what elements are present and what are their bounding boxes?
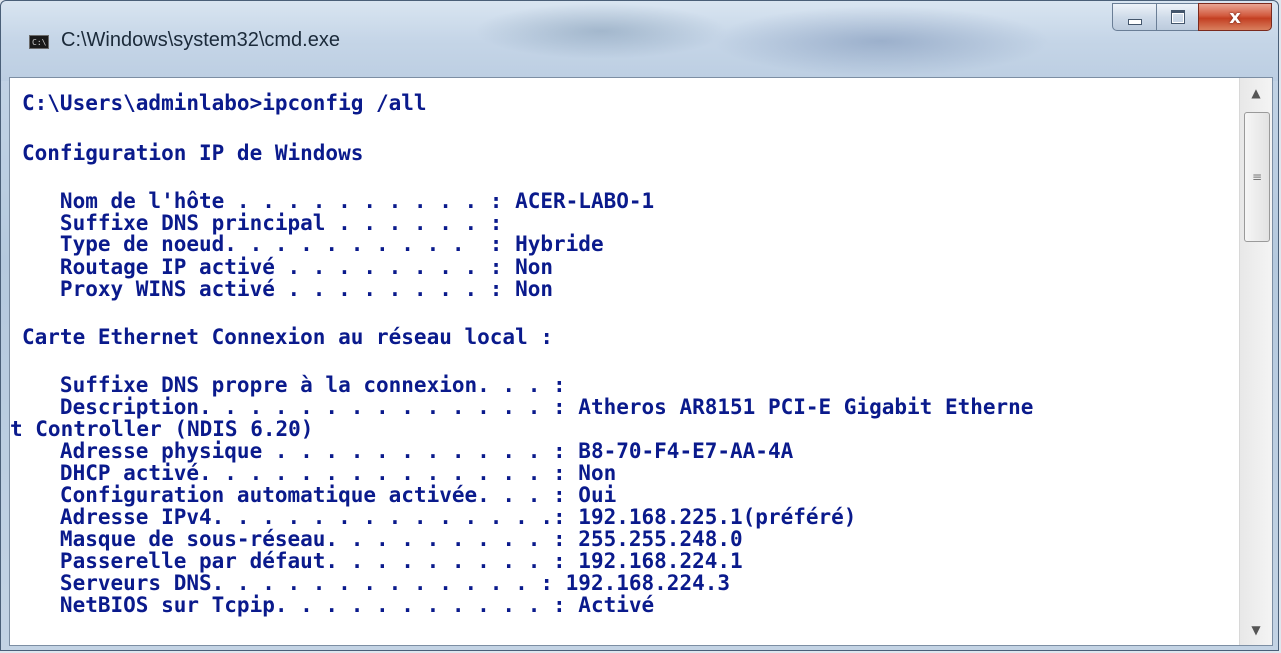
close-icon: x (1229, 6, 1241, 28)
console-line: C:\Users\adminlabo>ipconfig /all (22, 91, 427, 115)
minimize-button[interactable] (1112, 3, 1156, 31)
console-line: Masque de sous-réseau. . . . . . . . . :… (22, 527, 743, 551)
console-line: Carte Ethernet Connexion au réseau local… (22, 325, 554, 349)
console-line: t Controller (NDIS 6.20) (10, 417, 314, 441)
minimize-icon (1127, 19, 1142, 25)
console-line: Adresse IPv4. . . . . . . . . . . . . .:… (22, 505, 857, 529)
maximize-button[interactable] (1156, 3, 1198, 31)
vertical-scrollbar[interactable]: ▲ ≡ ▼ (1239, 78, 1272, 645)
window-title: C:\Windows\system32\cmd.exe (61, 29, 340, 51)
scroll-down-arrow-icon[interactable]: ▼ (1240, 615, 1272, 645)
scroll-thumb[interactable]: ≡ (1244, 112, 1270, 242)
console-area[interactable]: C:\Users\adminlabo>ipconfig /all Configur… (9, 77, 1273, 646)
console-output[interactable]: C:\Users\adminlabo>ipconfig /all Configur… (10, 78, 1240, 645)
console-line: Routage IP activé . . . . . . . . : Non (22, 255, 554, 279)
cmd-console-icon[interactable]: C:\ (29, 35, 49, 49)
console-line: Type de noeud. . . . . . . . . . : Hybri… (22, 232, 604, 256)
scroll-up-arrow-icon[interactable]: ▲ (1240, 78, 1272, 108)
console-line: Passerelle par défaut. . . . . . . . . :… (22, 549, 743, 573)
console-line: Suffixe DNS propre à la connexion. . . : (22, 373, 566, 397)
console-line: DHCP activé. . . . . . . . . . . . . . :… (22, 461, 617, 485)
console-line: Description. . . . . . . . . . . . . . :… (22, 395, 1034, 419)
scroll-grip-icon: ≡ (1251, 170, 1263, 184)
console-line: Configuration automatique activée. . . :… (22, 483, 617, 507)
caption-buttons: x (1112, 3, 1272, 33)
maximize-icon (1170, 10, 1185, 24)
console-line: Nom de l'hôte . . . . . . . . . . : ACER… (22, 189, 655, 213)
cmd-window: C:\ C:\Windows\system32\cmd.exe x C:\Use… (0, 0, 1279, 651)
close-button[interactable]: x (1198, 3, 1272, 31)
title-bar[interactable]: C:\ C:\Windows\system32\cmd.exe x (1, 1, 1278, 81)
console-line: Configuration IP de Windows (22, 141, 364, 165)
console-line: Serveurs DNS. . . . . . . . . . . . . : … (22, 571, 731, 595)
console-line: Suffixe DNS principal . . . . . . : (22, 211, 503, 235)
console-line: Proxy WINS activé . . . . . . . . : Non (22, 277, 554, 301)
console-line: Adresse physique . . . . . . . . . . . :… (22, 439, 794, 463)
console-line: NetBIOS sur Tcpip. . . . . . . . . . . :… (22, 593, 655, 617)
